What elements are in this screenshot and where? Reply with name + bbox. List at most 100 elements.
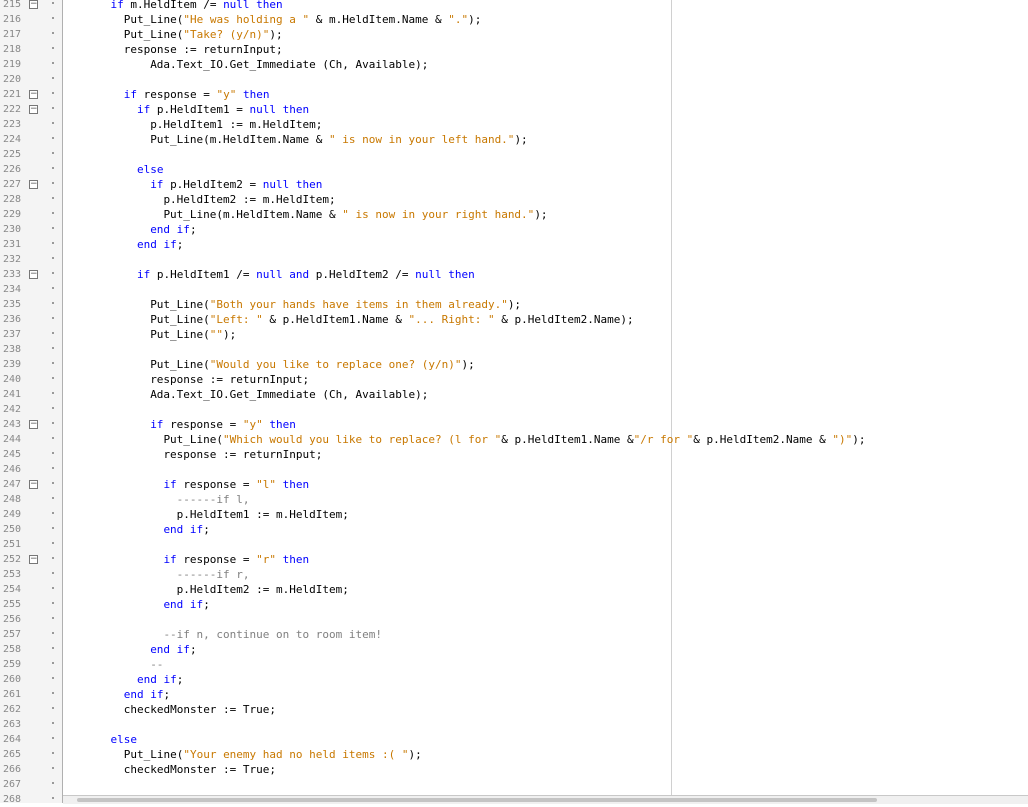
line-number: 254	[3, 584, 22, 595]
change-marker-dot	[52, 752, 54, 754]
code-line[interactable]	[63, 252, 1028, 267]
code-line[interactable]: ------if l,	[63, 492, 1028, 507]
code-line[interactable]: Put_Line("Which would you like to replac…	[63, 432, 1028, 447]
code-line[interactable]: end if;	[63, 237, 1028, 252]
code-line[interactable]: Put_Line("Your enemy had no held items :…	[63, 747, 1028, 762]
gutter-row: 234	[0, 282, 62, 297]
gutter-row: 223	[0, 117, 62, 132]
code-line[interactable]: if p.HeldItem1 = null then	[63, 102, 1028, 117]
code-line[interactable]: Put_Line("Take? (y/n)");	[63, 27, 1028, 42]
line-number: 218	[3, 44, 22, 55]
code-line[interactable]	[63, 282, 1028, 297]
code-line[interactable]	[63, 402, 1028, 417]
code-line[interactable]: if response = "l" then	[63, 477, 1028, 492]
keyword: if	[123, 88, 144, 101]
code-token: response =	[183, 478, 257, 491]
change-marker-dot	[52, 152, 54, 154]
scrollbar-thumb[interactable]	[77, 798, 877, 802]
code-line[interactable]: ------if r,	[63, 567, 1028, 582]
fold-collapse-icon[interactable]: −	[29, 270, 38, 279]
fold-collapse-icon[interactable]: −	[29, 420, 38, 429]
change-marker-dot	[52, 647, 54, 649]
code-line[interactable]: Put_Line(m.HeldItem.Name & " is now in y…	[63, 207, 1028, 222]
code-line[interactable]: end if;	[63, 642, 1028, 657]
code-line[interactable]: p.HeldItem2 := m.HeldItem;	[63, 192, 1028, 207]
line-number: 223	[3, 119, 22, 130]
fold-collapse-icon[interactable]: −	[29, 105, 38, 114]
gutter-row: 235	[0, 297, 62, 312]
code-token: response =	[143, 88, 217, 101]
keyword: null then	[249, 103, 310, 116]
keyword: then	[276, 478, 310, 491]
fold-collapse-icon[interactable]: −	[29, 180, 38, 189]
keyword: if	[150, 178, 171, 191]
gutter-row: 240	[0, 372, 62, 387]
code-line[interactable]: --if n, continue on to room item!	[63, 627, 1028, 642]
code-line[interactable]: end if;	[63, 687, 1028, 702]
code-line[interactable]: Put_Line("Would you like to replace one?…	[63, 357, 1028, 372]
code-line[interactable]: checkedMonster := True;	[63, 762, 1028, 777]
code-line[interactable]	[63, 537, 1028, 552]
code-line[interactable]: if response = "y" then	[63, 417, 1028, 432]
line-number: 221	[3, 89, 22, 100]
line-number: 248	[3, 494, 22, 505]
code-line[interactable]: if m.HeldItem /= null then	[63, 0, 1028, 12]
code-line[interactable]: if p.HeldItem2 = null then	[63, 177, 1028, 192]
code-line[interactable]: Put_Line("He was holding a " & m.HeldIte…	[63, 12, 1028, 27]
line-number: 255	[3, 599, 22, 610]
code-line[interactable]: end if;	[63, 522, 1028, 537]
code-editor[interactable]: 215−216 217 218 219 220 221−222−223 224 225 226 2…	[0, 0, 1028, 805]
code-line[interactable]	[63, 717, 1028, 732]
code-line[interactable]: response := returnInput;	[63, 447, 1028, 462]
code-line[interactable]: Ada.Text_IO.Get_Immediate (Ch, Available…	[63, 57, 1028, 72]
code-line[interactable]: end if;	[63, 672, 1028, 687]
code-line[interactable]: else	[63, 732, 1028, 747]
code-line[interactable]	[63, 72, 1028, 87]
string-literal: "Your enemy had no held items :( "	[183, 748, 409, 761]
code-line-text: Put_Line("");	[150, 327, 236, 342]
code-line[interactable]	[63, 462, 1028, 477]
change-marker-dot	[52, 542, 54, 544]
change-marker-dot	[52, 137, 54, 139]
code-line[interactable]	[63, 342, 1028, 357]
fold-collapse-icon[interactable]: −	[29, 480, 38, 489]
gutter-row: 244	[0, 432, 62, 447]
gutter-row: 266	[0, 762, 62, 777]
string-literal: "l"	[256, 478, 277, 491]
code-line[interactable]: Put_Line("Both your hands have items in …	[63, 297, 1028, 312]
code-token: );	[514, 133, 528, 146]
code-line[interactable]: Put_Line("Left: " & p.HeldItem1.Name & "…	[63, 312, 1028, 327]
code-line[interactable]: if p.HeldItem1 /= null and p.HeldItem2 /…	[63, 267, 1028, 282]
code-line[interactable]: checkedMonster := True;	[63, 702, 1028, 717]
code-line[interactable]: p.HeldItem1 := m.HeldItem;	[63, 117, 1028, 132]
keyword: null and	[256, 268, 316, 281]
code-line-text: if p.HeldItem1 = null then	[137, 102, 309, 117]
line-number: 237	[3, 329, 22, 340]
gutter-row: 256	[0, 612, 62, 627]
code-line[interactable]: p.HeldItem2 := m.HeldItem;	[63, 582, 1028, 597]
code-line[interactable]: Put_Line(m.HeldItem.Name & " is now in y…	[63, 132, 1028, 147]
code-line[interactable]: else	[63, 162, 1028, 177]
code-token: & p.HeldItem1.Name &	[501, 433, 634, 446]
fold-collapse-icon[interactable]: −	[29, 90, 38, 99]
code-line[interactable]: if response = "r" then	[63, 552, 1028, 567]
code-text-area[interactable]: if m.HeldItem /= null then Put_Line("He w…	[63, 0, 1028, 795]
code-line[interactable]: response := returnInput;	[63, 372, 1028, 387]
code-line[interactable]: response := returnInput;	[63, 42, 1028, 57]
fold-collapse-icon[interactable]: −	[29, 0, 38, 9]
code-line-text: else	[137, 162, 164, 177]
code-line[interactable]	[63, 777, 1028, 792]
code-line[interactable]: end if;	[63, 222, 1028, 237]
code-line[interactable]: end if;	[63, 597, 1028, 612]
code-line[interactable]: --	[63, 657, 1028, 672]
fold-collapse-icon[interactable]: −	[29, 555, 38, 564]
code-line[interactable]: Ada.Text_IO.Get_Immediate (Ch, Available…	[63, 387, 1028, 402]
code-line[interactable]	[63, 612, 1028, 627]
code-line[interactable]: Put_Line("");	[63, 327, 1028, 342]
keyword: null then	[415, 268, 475, 281]
code-token: p.HeldItem1 /=	[156, 268, 257, 281]
code-line[interactable]: p.HeldItem1 := m.HeldItem;	[63, 507, 1028, 522]
code-line[interactable]: if response = "y" then	[63, 87, 1028, 102]
code-line[interactable]	[63, 147, 1028, 162]
code-line-text: end if;	[150, 222, 196, 237]
